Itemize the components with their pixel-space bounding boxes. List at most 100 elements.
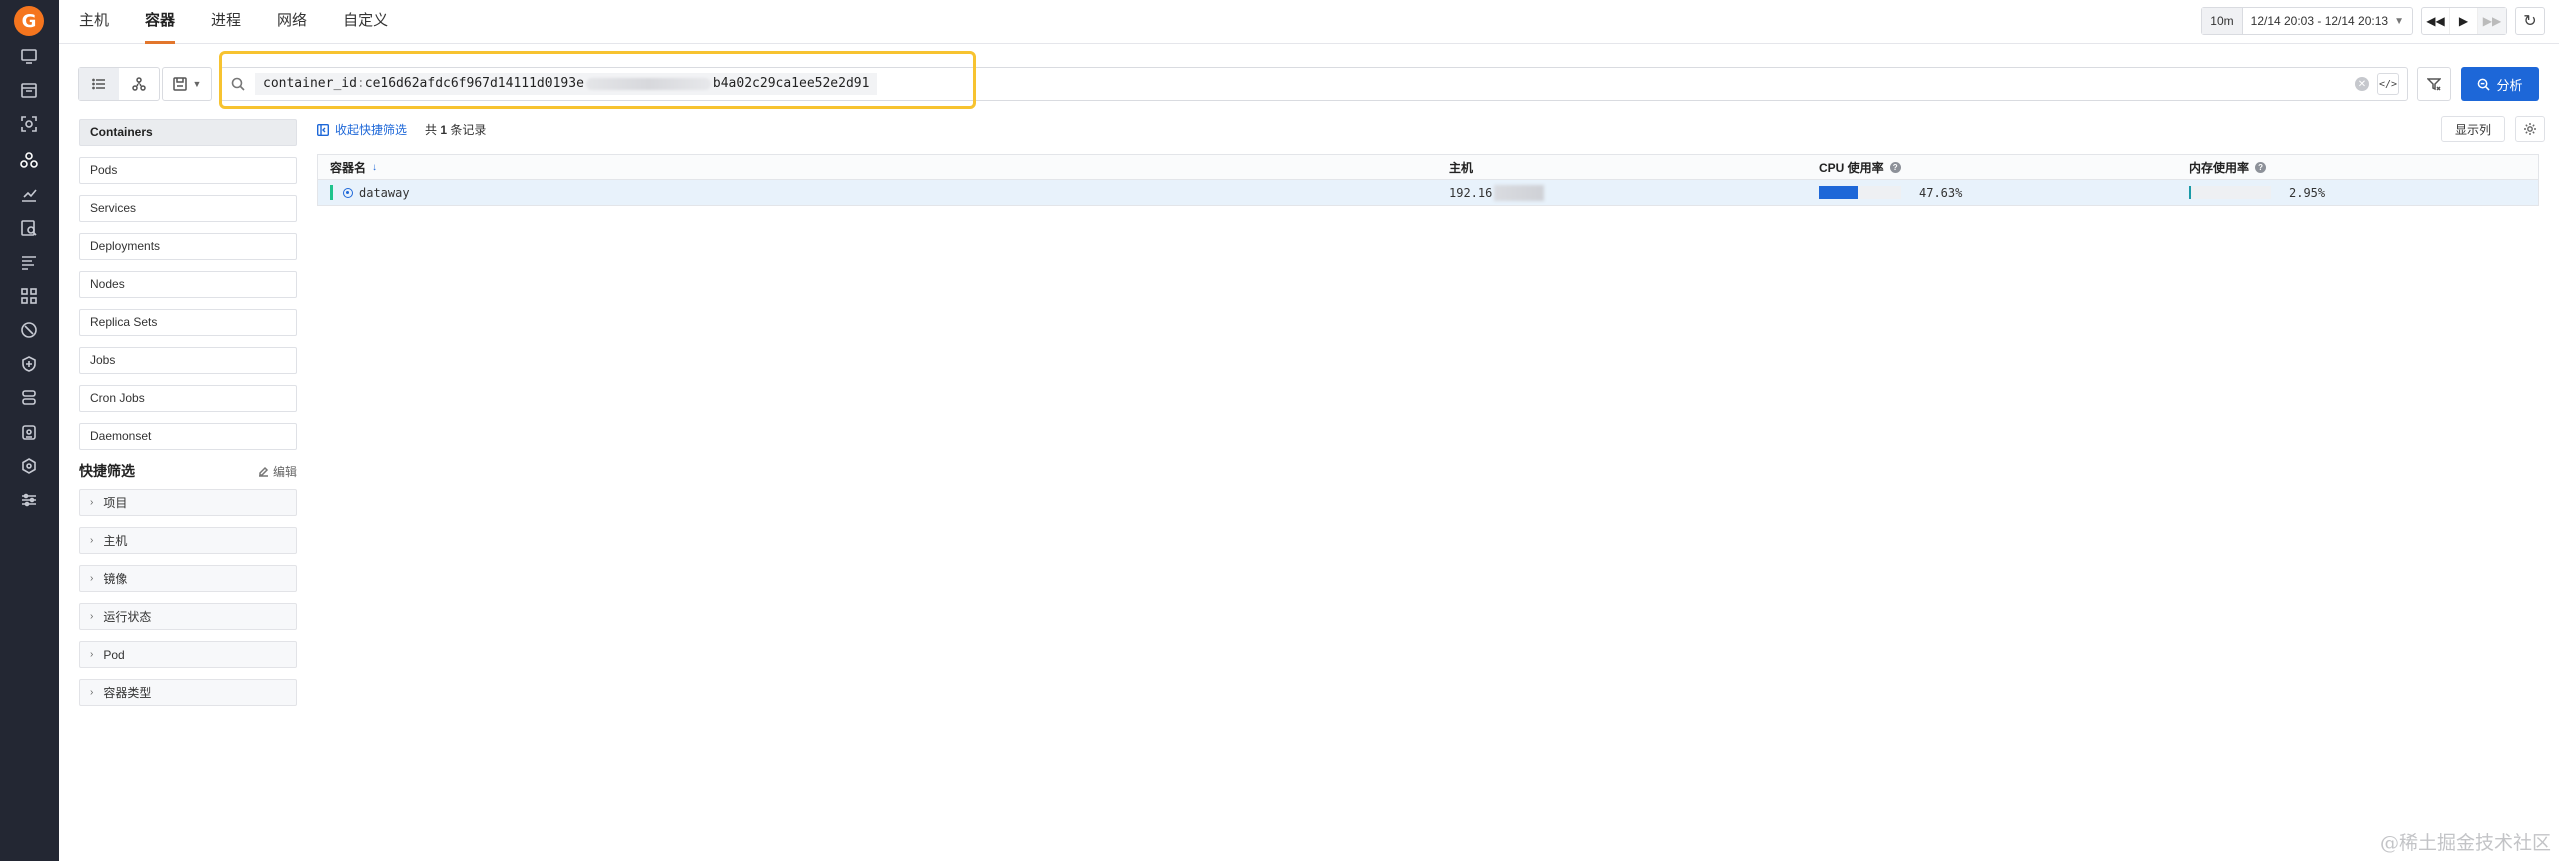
fast-forward-icon[interactable]: ▶▶ bbox=[2478, 8, 2506, 34]
sidebar-item-deployments[interactable]: Deployments bbox=[79, 233, 297, 260]
collapse-quick-filter-link[interactable]: 收起快捷筛选 bbox=[317, 121, 407, 138]
quick-filter-title: 快捷筛选 bbox=[79, 463, 135, 479]
header-label: CPU 使用率 bbox=[1819, 160, 1884, 175]
tab-network[interactable]: 网络 bbox=[259, 0, 325, 44]
count-prefix: 共 bbox=[425, 123, 438, 137]
quick-filter-edit[interactable]: 编辑 bbox=[258, 463, 297, 480]
sidebar-item-replica-sets[interactable]: Replica Sets bbox=[79, 309, 297, 336]
stack-icon[interactable] bbox=[15, 386, 43, 410]
help-icon[interactable]: ? bbox=[2255, 161, 2267, 173]
tab-custom[interactable]: 自定义 bbox=[325, 0, 406, 44]
sidebar-item-cron-jobs[interactable]: Cron Jobs bbox=[79, 385, 297, 412]
quick-filter-pod[interactable]: › Pod bbox=[79, 641, 297, 668]
count-value: 1 bbox=[440, 123, 448, 137]
relative-time[interactable]: 10m bbox=[2202, 8, 2243, 34]
cell-container-name[interactable]: dataway bbox=[318, 180, 1437, 205]
cell-memory: 2.95% bbox=[2177, 180, 2538, 205]
quick-filter-status[interactable]: › 运行状态 bbox=[79, 603, 297, 630]
clear-search-icon[interactable]: ✕ bbox=[2355, 77, 2369, 91]
cpu-bar-fill bbox=[1819, 186, 1859, 199]
saved-view-icon bbox=[172, 77, 187, 91]
quick-filter-host[interactable]: › 主机 bbox=[79, 527, 297, 554]
security-icon[interactable] bbox=[15, 420, 43, 444]
saved-views-button[interactable]: ▼ bbox=[162, 67, 212, 101]
query-code-icon[interactable]: </> bbox=[2377, 73, 2399, 95]
chevron-right-icon: › bbox=[90, 611, 94, 622]
collapse-panel-icon bbox=[317, 123, 329, 136]
column-header-host[interactable]: 主机 bbox=[1437, 155, 1807, 179]
clear-filter-button[interactable] bbox=[2417, 67, 2451, 101]
column-header-name[interactable]: 容器名 ↓ bbox=[318, 155, 1437, 179]
sidebar-item-pods[interactable]: Pods bbox=[79, 157, 297, 184]
analyze-button[interactable]: 分析 bbox=[2461, 67, 2539, 101]
time-range-text: 12/14 20:03 - 12/14 20:13 bbox=[2250, 14, 2389, 28]
quick-filter-image[interactable]: › 镜像 bbox=[79, 565, 297, 592]
shield-icon[interactable] bbox=[15, 352, 43, 376]
log-search-icon[interactable] bbox=[15, 216, 43, 240]
chevron-right-icon: › bbox=[90, 573, 94, 584]
memory-bar-track bbox=[2189, 186, 2271, 199]
display-columns-button[interactable]: 显示列 bbox=[2441, 116, 2505, 142]
quick-filter-project[interactable]: › 项目 bbox=[79, 489, 297, 516]
help-icon[interactable]: ? bbox=[1889, 161, 1901, 173]
infrastructure-icon[interactable] bbox=[0, 142, 59, 178]
settings-sliders-icon[interactable] bbox=[15, 488, 43, 512]
calendar-icon[interactable] bbox=[15, 78, 43, 102]
sidebar-item-nodes[interactable]: Nodes bbox=[79, 271, 297, 298]
gear-icon bbox=[2524, 123, 2536, 135]
quick-filter-header: 快捷筛选 编辑 bbox=[79, 461, 297, 481]
quick-filter-container-type[interactable]: › 容器类型 bbox=[79, 679, 297, 706]
list-view-button[interactable] bbox=[79, 68, 119, 100]
topology-view-button[interactable] bbox=[119, 68, 159, 100]
dashboard-icon[interactable] bbox=[15, 44, 43, 68]
container-table: 容器名 ↓ 主机 CPU 使用率? 内存使用率? dataway 192.16 4… bbox=[317, 154, 2539, 206]
tab-container[interactable]: 容器 bbox=[127, 0, 193, 44]
list-view-icon bbox=[92, 78, 105, 90]
search-filter-chip[interactable]: container_id: ce16d62afdc6f967d14111d0193… bbox=[255, 73, 878, 95]
cell-host[interactable]: 192.16 bbox=[1437, 180, 1807, 205]
edit-label: 编辑 bbox=[272, 465, 297, 479]
time-range-picker[interactable]: 10m 12/14 20:03 - 12/14 20:13 ▼ bbox=[2201, 7, 2413, 35]
search-bar[interactable]: container_id: ce16d62afdc6f967d14111d0193… bbox=[220, 67, 2408, 101]
filter-icon bbox=[2427, 78, 2441, 91]
column-header-memory[interactable]: 内存使用率? bbox=[2177, 155, 2538, 179]
sort-icon[interactable]: ↓ bbox=[372, 162, 377, 173]
chevron-right-icon: › bbox=[90, 497, 94, 508]
host-ip: 192.16 bbox=[1449, 185, 1493, 200]
column-header-cpu[interactable]: CPU 使用率? bbox=[1807, 155, 2177, 179]
tab-process[interactable]: 进程 bbox=[193, 0, 259, 44]
tab-host[interactable]: 主机 bbox=[79, 0, 127, 44]
search-actions: ✕ </> bbox=[2355, 68, 2399, 100]
list-icon[interactable] bbox=[15, 250, 43, 274]
sidebar-item-daemonset[interactable]: Daemonset bbox=[79, 423, 297, 450]
table-settings-button[interactable] bbox=[2515, 116, 2545, 142]
scan-icon[interactable] bbox=[15, 112, 43, 136]
memory-bar-fill bbox=[2189, 186, 2192, 199]
rewind-icon[interactable]: ◀◀ bbox=[2422, 8, 2450, 34]
app-logo[interactable]: G bbox=[14, 6, 44, 36]
sidebar-item-containers[interactable]: Containers bbox=[79, 119, 297, 146]
status-indicator bbox=[330, 185, 333, 200]
metrics-icon[interactable] bbox=[15, 182, 43, 206]
header-label: 主机 bbox=[1449, 160, 1474, 175]
hexagon-icon[interactable] bbox=[15, 454, 43, 478]
sidebar-item-services[interactable]: Services bbox=[79, 195, 297, 222]
refresh-button[interactable]: ↻ bbox=[2515, 7, 2545, 35]
resource-sidebar: Containers Pods Services Deployments Nod… bbox=[79, 119, 297, 717]
sidebar-item-jobs[interactable]: Jobs bbox=[79, 347, 297, 374]
table-row[interactable]: dataway 192.16 47.63% 2.95% bbox=[318, 180, 2538, 205]
monitor-icon[interactable] bbox=[15, 318, 43, 342]
quick-filter-label: 镜像 bbox=[103, 572, 128, 586]
topology-icon bbox=[132, 77, 146, 91]
apps-icon[interactable] bbox=[15, 284, 43, 308]
time-range[interactable]: 12/14 20:03 - 12/14 20:13 ▼ bbox=[2243, 14, 2412, 28]
quick-filter-label: 运行状态 bbox=[103, 610, 152, 624]
header-label: 内存使用率 bbox=[2189, 160, 2250, 175]
play-icon[interactable]: ▶ bbox=[2450, 8, 2478, 34]
view-toggle bbox=[78, 67, 160, 101]
record-count: 共 1 条记录 bbox=[425, 121, 486, 138]
quick-filter-label: 主机 bbox=[103, 534, 128, 548]
filter-key: container_id bbox=[263, 76, 357, 91]
container-name: dataway bbox=[359, 185, 410, 200]
top-bar: 主机 容器 进程 网络 自定义 10m 12/14 20:03 - 12/14 … bbox=[59, 0, 2559, 44]
